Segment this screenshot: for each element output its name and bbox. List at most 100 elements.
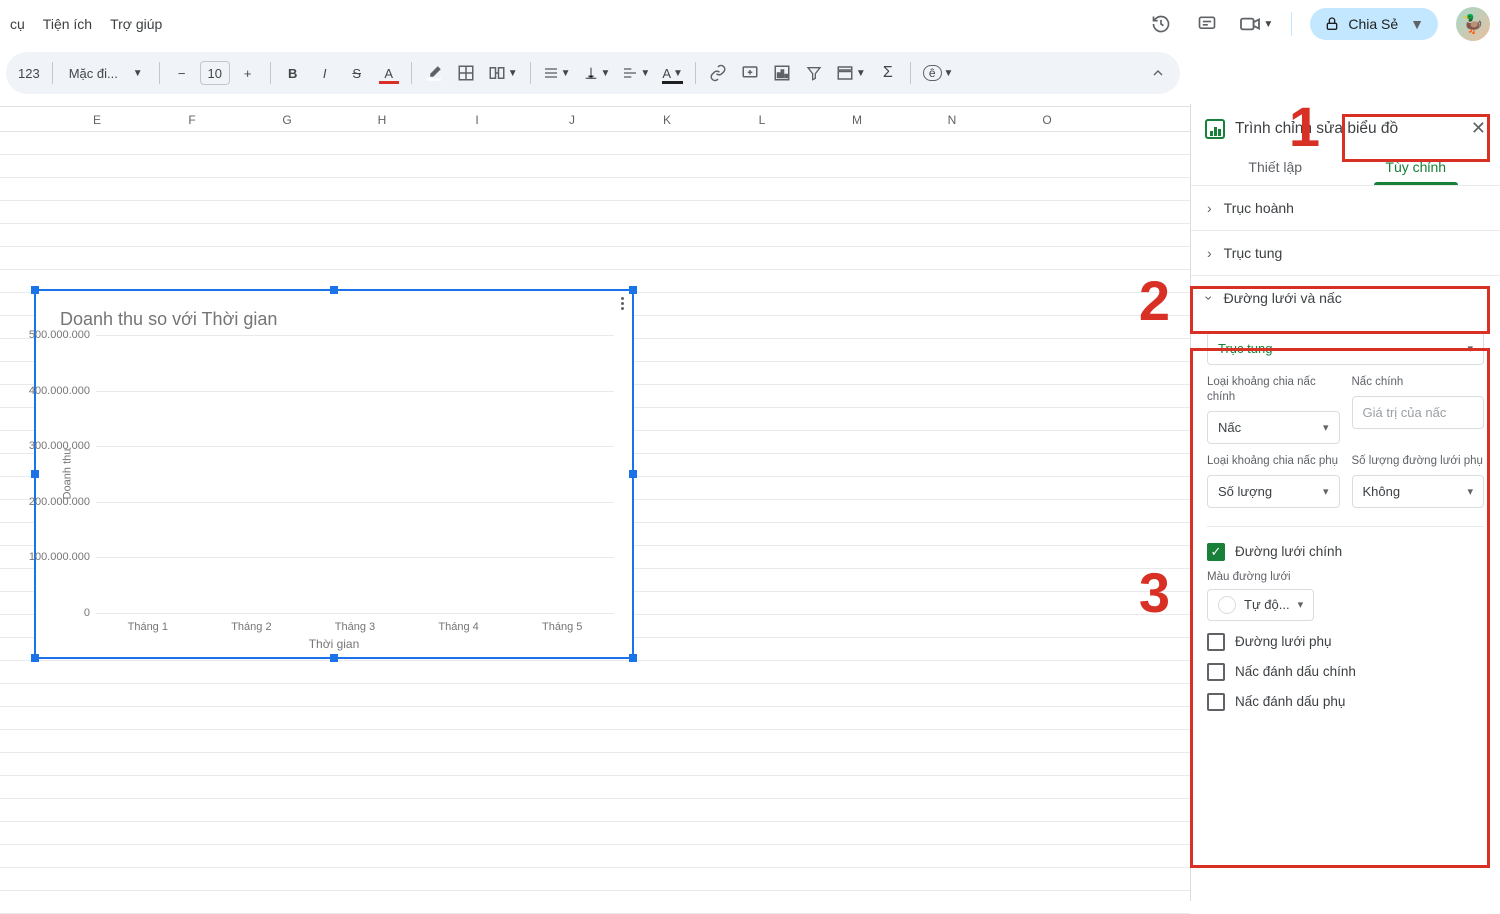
- filter-button[interactable]: [800, 59, 828, 87]
- sidebar-tabs: Thiết lập Tùy chỉnh: [1191, 149, 1500, 186]
- minor-gridline-count-select[interactable]: Không ▾: [1352, 475, 1485, 508]
- resize-handle[interactable]: [31, 654, 39, 662]
- field-label: Loại khoảng chia nấc chính: [1207, 375, 1340, 405]
- text-color-button[interactable]: A: [375, 59, 403, 87]
- resize-handle[interactable]: [629, 654, 637, 662]
- valign-button[interactable]: ▼: [579, 59, 615, 87]
- tab-setup[interactable]: Thiết lập: [1205, 149, 1346, 185]
- fontsize-input[interactable]: 10: [200, 61, 230, 85]
- checkbox-label: Đường lưới phụ: [1235, 634, 1332, 649]
- resize-handle[interactable]: [629, 470, 637, 478]
- select-value: Tự độ...: [1244, 597, 1290, 612]
- halign-button[interactable]: ▼: [539, 59, 575, 87]
- chevron-down-icon: ›: [1201, 296, 1217, 301]
- insert-chart-button[interactable]: [768, 59, 796, 87]
- resize-handle[interactable]: [330, 654, 338, 662]
- checkbox-minor-gridlines[interactable]: Đường lưới phụ: [1207, 633, 1484, 651]
- menu-item-help[interactable]: Trợ giúp: [110, 16, 162, 32]
- fontsize-decrease-button[interactable]: −: [168, 59, 196, 87]
- menu-item-tools-partial[interactable]: cụ: [10, 16, 25, 32]
- major-step-input[interactable]: Giá trị của nấc: [1352, 396, 1485, 429]
- chart-ylabel: Doanh thu: [61, 449, 73, 500]
- major-spacing-type-select[interactable]: Nấc ▾: [1207, 411, 1340, 444]
- collapse-toolbar-button[interactable]: [1144, 59, 1172, 87]
- checkbox-icon: [1207, 633, 1225, 651]
- share-button[interactable]: Chia Sẻ ▼: [1310, 8, 1438, 40]
- separator: [530, 62, 531, 84]
- spreadsheet-area[interactable]: E F G H I J K L M N O Doanh thu so với T…: [0, 104, 1190, 901]
- merge-cells-button[interactable]: ▼: [484, 59, 522, 87]
- link-button[interactable]: [704, 59, 732, 87]
- wrap-button[interactable]: ▼: [618, 59, 654, 87]
- chart[interactable]: Doanh thu so với Thời gian Doanh thu Thờ…: [34, 289, 634, 659]
- chart-editor-icon: [1205, 119, 1225, 139]
- gridline-color-select[interactable]: Tự độ... ▾: [1207, 589, 1314, 621]
- divider: [1291, 12, 1292, 36]
- col-header[interactable]: O: [1000, 107, 1095, 131]
- checkbox-label: Nấc đánh dấu chính: [1235, 664, 1356, 679]
- resize-handle[interactable]: [629, 286, 637, 294]
- checkbox-major-gridlines[interactable]: Đường lưới chính: [1207, 543, 1484, 561]
- resize-handle[interactable]: [330, 286, 338, 294]
- col-header[interactable]: F: [145, 107, 240, 131]
- select-value: Nấc: [1218, 420, 1241, 435]
- section-gridlines-ticks[interactable]: › Đường lưới và nấc: [1191, 276, 1500, 320]
- share-label: Chia Sẻ: [1348, 16, 1398, 32]
- tab-customize[interactable]: Tùy chỉnh: [1346, 149, 1487, 185]
- separator: [411, 62, 412, 84]
- fill-color-button[interactable]: [420, 59, 448, 87]
- chevron-down-icon: ▾: [1298, 598, 1304, 611]
- resize-handle[interactable]: [31, 286, 39, 294]
- col-header[interactable]: G: [240, 107, 335, 131]
- col-header[interactable]: N: [905, 107, 1000, 131]
- axis-select[interactable]: Trục tung ▾: [1207, 332, 1484, 365]
- col-header[interactable]: K: [620, 107, 715, 131]
- italic-button[interactable]: I: [311, 59, 339, 87]
- functions-button[interactable]: Σ: [874, 59, 902, 87]
- section-label: Đường lưới và nấc: [1224, 290, 1342, 306]
- col-header[interactable]: M: [810, 107, 905, 131]
- number-format-button[interactable]: 123: [14, 59, 44, 87]
- col-header[interactable]: I: [430, 107, 525, 131]
- chart-menu-icon[interactable]: [621, 297, 624, 310]
- col-header[interactable]: H: [335, 107, 430, 131]
- add-comment-button[interactable]: [736, 59, 764, 87]
- rotation-button[interactable]: A▼: [658, 59, 687, 87]
- section-label: Trục tung: [1224, 245, 1283, 261]
- col-header[interactable]: J: [525, 107, 620, 131]
- resize-handle[interactable]: [31, 470, 39, 478]
- filter-views-button[interactable]: ▼: [832, 59, 870, 87]
- checkbox-major-ticks[interactable]: Nấc đánh dấu chính: [1207, 663, 1484, 681]
- checkbox-icon: [1207, 543, 1225, 561]
- minor-spacing-type-select[interactable]: Số lượng ▾: [1207, 475, 1340, 508]
- checkbox-icon: [1207, 693, 1225, 711]
- select-value: Không: [1363, 484, 1401, 499]
- borders-button[interactable]: [452, 59, 480, 87]
- color-swatch-icon: [1218, 596, 1236, 614]
- chart-xlabel: Thời gian: [36, 637, 632, 651]
- fontsize-increase-button[interactable]: +: [234, 59, 262, 87]
- avatar[interactable]: 🦆: [1456, 7, 1490, 41]
- history-icon[interactable]: [1147, 10, 1175, 38]
- chevron-down-icon: ▾: [1467, 485, 1473, 498]
- smart-chips-button[interactable]: ê ▼: [919, 59, 958, 87]
- strikethrough-button[interactable]: S: [343, 59, 371, 87]
- meet-icon[interactable]: ▼: [1239, 10, 1273, 38]
- menu-item-extensions[interactable]: Tiện ích: [43, 16, 92, 32]
- chevron-down-icon: ▾: [1323, 485, 1329, 498]
- checkbox-minor-ticks[interactable]: Nấc đánh dấu phụ: [1207, 693, 1484, 711]
- gridlines-panel: Trục tung ▾ Loại khoảng chia nấc chính N…: [1191, 320, 1500, 723]
- section-vertical-axis[interactable]: › Trục tung: [1191, 231, 1500, 276]
- field-label: Loại khoảng chia nấc phụ: [1207, 454, 1340, 469]
- section-horizontal-axis[interactable]: › Trục hoành: [1191, 186, 1500, 231]
- font-family-select[interactable]: Mặc đi... ▼: [61, 59, 151, 87]
- close-icon[interactable]: ✕: [1471, 118, 1486, 139]
- main: E F G H I J K L M N O Doanh thu so với T…: [0, 104, 1500, 901]
- col-header[interactable]: [0, 107, 50, 131]
- comment-icon[interactable]: [1193, 10, 1221, 38]
- field-label: Số lượng đường lưới phụ: [1352, 454, 1485, 469]
- col-header[interactable]: E: [50, 107, 145, 131]
- bold-button[interactable]: B: [279, 59, 307, 87]
- col-header[interactable]: L: [715, 107, 810, 131]
- separator: [695, 62, 696, 84]
